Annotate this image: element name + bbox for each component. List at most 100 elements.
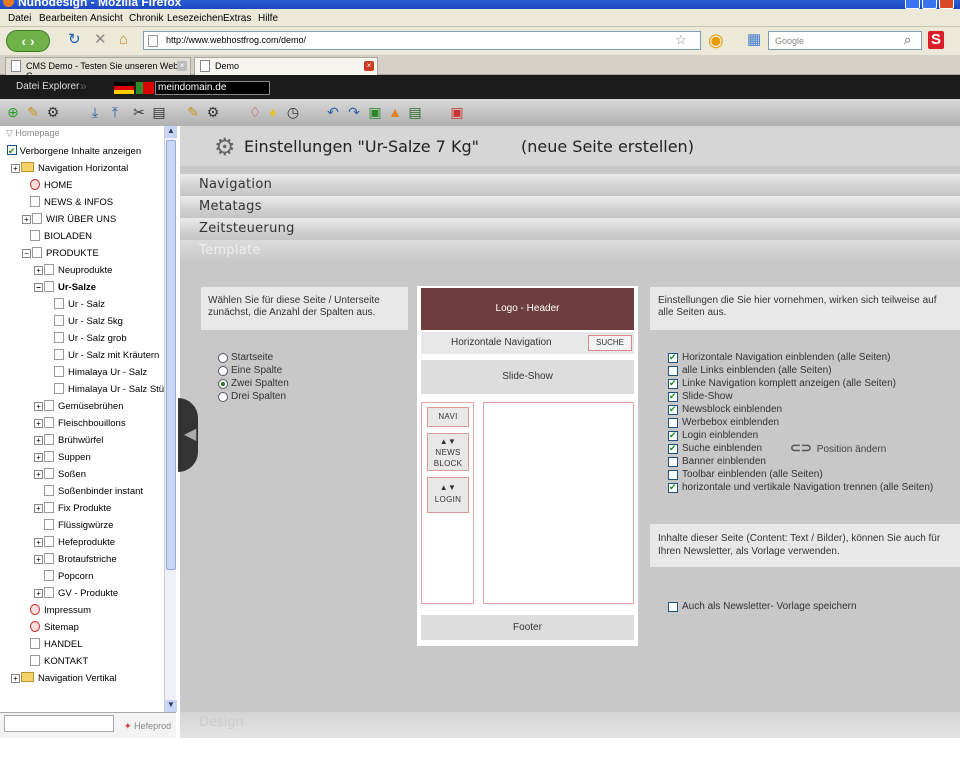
tree-item[interactable]: Ur - Salz 5kg [54,313,123,330]
tree-item[interactable]: + Fix Produkte [34,500,111,517]
option-horizontal-nav[interactable]: Horizontale Navigation einblenden (alle … [668,351,933,365]
checkbox[interactable] [668,429,678,441]
tree-item-selected[interactable]: − Ur-Salze [34,279,96,296]
flag-de-icon[interactable] [114,82,134,94]
bulb-off-icon[interactable]: ♢ [246,103,264,121]
collapse-sidebar-handle[interactable]: ◀ [178,398,198,472]
sidebar-scrollbar[interactable]: ▲ ▼ [164,126,177,712]
close-icon[interactable] [939,0,954,9]
checkbox[interactable] [668,457,678,467]
paste-icon[interactable]: ▤ [150,103,168,121]
option-toolbar[interactable]: Toolbar einblenden (alle Seiten) [668,469,933,482]
bookmark-star-icon[interactable]: ☆ [675,32,687,48]
option-banner[interactable]: Banner einblenden [668,456,933,469]
tree-item[interactable]: HANDEL [30,636,83,653]
option-left-nav[interactable]: Linke Navigation komplett anzeigen (alle… [668,377,933,391]
document-icon[interactable]: ▣ [366,103,384,121]
tree-item[interactable]: + Navigation Vertikal [11,670,117,687]
expand-icon[interactable]: + [34,436,43,445]
section-design[interactable]: Design [180,712,960,738]
checkbox[interactable] [668,442,678,454]
tab-cms-demo[interactable]: CMS Demo - Testen Sie unseren Web C... × [5,57,191,81]
section-template[interactable]: Template [180,240,960,262]
checkbox[interactable] [668,403,678,415]
undo-icon[interactable]: ↶ [324,103,342,121]
addon-icon[interactable]: ◉ [708,31,724,49]
expand-icon[interactable]: + [34,555,43,564]
radio-button[interactable] [218,366,228,376]
layout-newsblock[interactable]: ▲▼ NEWS BLOCK [427,433,469,471]
add-icon[interactable]: ⊕ [4,103,22,121]
flag-it-icon[interactable] [136,82,154,94]
sidebar-input[interactable] [4,715,114,732]
checkbox[interactable] [668,390,678,402]
checkbox[interactable] [668,418,678,428]
tree-item[interactable]: + Fleischbouillons [34,415,126,432]
radio-startseite[interactable]: Startseite [218,352,289,365]
url-text[interactable]: http://www.webhostfrog.com/demo/ [166,35,306,45]
scroll-up-icon[interactable]: ▲ [165,126,177,138]
option-slideshow[interactable]: Slide-Show [668,390,933,404]
position-change-link[interactable]: ⊂⊃ Position ändern [790,441,886,456]
s-addon-icon[interactable]: S [928,31,944,49]
gear-icon[interactable]: ⚙ [204,103,222,121]
expand-icon[interactable]: + [34,266,43,275]
option-newsletter-template[interactable]: Auch als Newsletter- Vorlage speichern [668,601,857,614]
expand-icon[interactable]: + [34,538,43,547]
pencil-icon[interactable]: ✎ [184,103,202,121]
maximize-icon[interactable] [922,0,937,9]
domain-select[interactable]: meindomain.de [155,81,270,95]
close-tab-icon[interactable]: × [177,61,187,71]
tree-item[interactable]: − PRODUKTE [22,245,99,262]
checkbox[interactable] [668,351,678,363]
tree-item[interactable]: HOME [30,177,73,194]
tree-item[interactable]: Popcorn [44,568,93,585]
collapse-icon[interactable]: − [34,283,43,292]
home-icon[interactable]: ⌂ [119,31,128,49]
menu-extras[interactable]: Extras [223,13,251,24]
trash-icon[interactable]: ▣ [448,103,466,121]
back-forward-button[interactable]: ‹ › [6,30,50,52]
move-down-icon[interactable]: ⤓ [86,103,104,121]
tree-item[interactable]: Himalaya Ur - Salz Stü [54,381,164,398]
show-hidden-checkbox[interactable] [7,143,17,160]
option-newsblock[interactable]: Newsblock einblenden [668,403,933,417]
gear-icon[interactable]: ⚙ [44,103,62,121]
tree-item[interactable]: + Hefeprodukte [34,534,115,551]
search-engine-icon[interactable]: ▦ [747,31,761,49]
reorder-arrows-icon[interactable]: ▲▼ [428,482,468,494]
move-up-icon[interactable]: ⤒ [106,103,124,121]
expand-icon[interactable]: + [11,674,20,683]
expand-icon[interactable]: + [34,402,43,411]
expand-icon[interactable]: + [11,164,20,173]
checkbox[interactable] [668,602,678,612]
layout-footer[interactable]: Footer [421,615,634,640]
tree-item[interactable]: + Gemüsebrühen [34,398,123,415]
menu-ansicht[interactable]: Ansicht [90,13,123,24]
layout-slideshow[interactable]: Slide-Show [421,360,634,394]
option-search[interactable]: Suche einblenden ⊂⊃Position ändern [668,441,933,456]
menu-lesezeichen[interactable]: Lesezeichen [167,13,223,24]
tree-item[interactable]: Ur - Salz grob [54,330,127,347]
layout-login[interactable]: ▲▼ LOGIN [427,477,469,513]
expand-icon[interactable]: + [34,470,43,479]
tree-item[interactable]: + Suppen [34,449,91,466]
bulb-icon[interactable]: ♦ [264,103,282,121]
stop-icon[interactable]: ✕ [94,31,107,49]
section-navigation[interactable]: Navigation [180,174,960,196]
tree-item[interactable]: BIOLADEN [30,228,92,245]
search-icon[interactable]: ⌕ [904,32,911,48]
checkbox[interactable] [668,366,678,376]
tree-item[interactable]: Himalaya Ur - Salz [54,364,147,381]
tree-item[interactable]: + WIR ÜBER UNS [22,211,116,228]
show-hidden-toggle[interactable]: Verborgene Inhalte anzeigen [7,143,141,160]
reorder-arrows-icon[interactable]: ▲▼ [428,436,468,447]
tree-item[interactable]: + Neuprodukte [34,262,112,279]
tree-item[interactable]: Flüssigwürze [44,517,113,534]
menu-bearbeiten[interactable]: Bearbeiten [39,13,87,24]
tree-item[interactable]: KONTAKT [30,653,88,670]
menu-datei[interactable]: Datei [8,13,31,24]
option-separate-nav[interactable]: horizontale und vertikale Navigation tre… [668,481,933,495]
tree-item[interactable]: Impressum [30,602,91,619]
tab-demo[interactable]: Demo × [194,57,378,75]
